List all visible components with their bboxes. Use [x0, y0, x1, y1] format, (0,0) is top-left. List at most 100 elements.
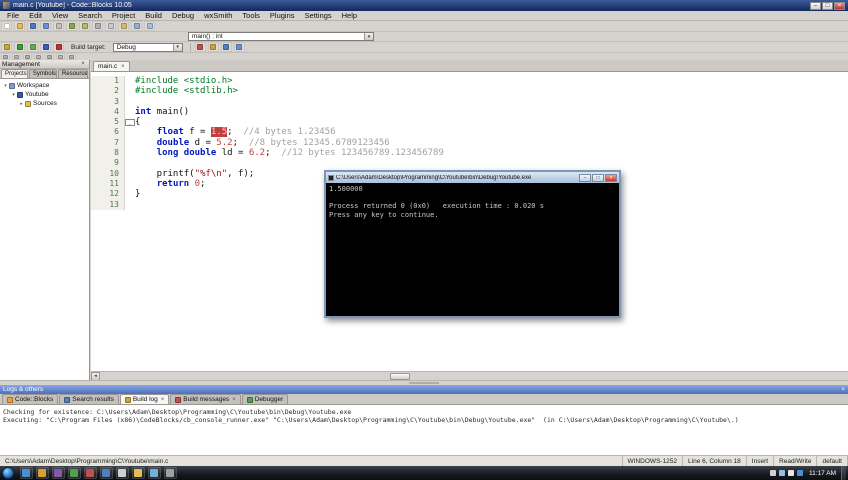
- menu-debug[interactable]: Debug: [167, 11, 199, 21]
- management-tab-projects[interactable]: Projects: [1, 69, 28, 78]
- close-tab-icon[interactable]: ×: [161, 397, 165, 403]
- menu-wxsmith[interactable]: wxSmith: [199, 11, 237, 21]
- projects-toggle-icon[interactable]: [23, 53, 32, 60]
- menu-tools[interactable]: Tools: [237, 11, 265, 21]
- hscroll-thumb[interactable]: [390, 372, 410, 380]
- cut-icon[interactable]: [92, 21, 103, 31]
- management-tab-resources[interactable]: Resources: [58, 69, 88, 78]
- taskbar-clock[interactable]: 11:17 AM: [809, 470, 836, 477]
- logs-toggle-icon[interactable]: [34, 53, 43, 60]
- save-all-icon[interactable]: [40, 21, 51, 31]
- tree-expander-icon[interactable]: ▾: [2, 83, 9, 89]
- menu-settings[interactable]: Settings: [300, 11, 337, 21]
- undo-icon[interactable]: [66, 21, 77, 31]
- new-file-icon[interactable]: [1, 21, 12, 31]
- taskbar-app-2-icon[interactable]: [35, 467, 49, 479]
- debug-continue-icon[interactable]: [194, 42, 206, 52]
- console-window[interactable]: C:\Users\Adam\Desktop\Programming\C\Yout…: [324, 170, 621, 318]
- management-tab-symbols[interactable]: Symbols: [28, 69, 57, 78]
- tray-icon-2[interactable]: [778, 470, 785, 476]
- copy-icon[interactable]: [105, 21, 116, 31]
- symbols-toggle-icon[interactable]: [1, 53, 10, 60]
- tray-icon-3[interactable]: [787, 470, 794, 476]
- menu-help[interactable]: Help: [337, 11, 362, 21]
- logs-tab-search-results[interactable]: Search results: [59, 394, 119, 404]
- zoom-code-icon[interactable]: [67, 53, 76, 60]
- management-header: Management ×: [0, 60, 89, 69]
- log-tab-label: Code::Blocks: [15, 396, 54, 403]
- editor-tab-main-c[interactable]: main.c ×: [93, 61, 130, 71]
- start-button[interactable]: [2, 467, 14, 479]
- logs-close-icon[interactable]: ×: [841, 387, 845, 393]
- editor-hscrollbar[interactable]: ◂: [91, 371, 848, 381]
- logs-caption-bar: Logs & others ×: [0, 385, 848, 394]
- fullscreen-toggle-icon[interactable]: [45, 53, 54, 60]
- console-close-button[interactable]: ×: [605, 173, 617, 182]
- open-file-icon[interactable]: [14, 21, 25, 31]
- tree-expander-icon[interactable]: ▸: [18, 101, 25, 107]
- menu-project[interactable]: Project: [107, 11, 140, 21]
- run-icon[interactable]: [14, 42, 25, 52]
- menu-search[interactable]: Search: [73, 11, 107, 21]
- close-button[interactable]: ×: [834, 1, 845, 10]
- find-icon[interactable]: [131, 21, 142, 31]
- abort-build-icon[interactable]: [53, 42, 64, 52]
- taskbar-app-10-icon[interactable]: [163, 467, 177, 479]
- taskbar-app-5-icon[interactable]: [83, 467, 97, 479]
- tray-icon-1[interactable]: [769, 470, 776, 476]
- taskbar-app-7-icon[interactable]: [115, 467, 129, 479]
- logs-tab-build-messages[interactable]: Build messages ×: [170, 394, 241, 404]
- step-over-icon[interactable]: [220, 42, 232, 52]
- save-icon[interactable]: [27, 21, 38, 31]
- console-titlebar[interactable]: C:\Users\Adam\Desktop\Programming\C\Yout…: [326, 172, 619, 183]
- taskbar-app-9-icon[interactable]: [147, 467, 161, 479]
- tree-item-sources[interactable]: ▸ Sources: [0, 99, 89, 108]
- menu-file[interactable]: File: [2, 11, 24, 21]
- close-tab-icon[interactable]: ×: [232, 397, 236, 403]
- logs-tab-build-log[interactable]: Build log ×: [119, 394, 170, 404]
- symbol-combobox-value: main() : int: [192, 33, 223, 40]
- logs-caption: Logs & others: [3, 386, 44, 393]
- replace-icon[interactable]: [144, 21, 155, 31]
- taskbar-app-6-icon[interactable]: [99, 467, 113, 479]
- logs-tab-debugger[interactable]: Debugger: [241, 394, 289, 404]
- close-file-icon[interactable]: [53, 21, 64, 31]
- highlight-mode-icon[interactable]: [56, 53, 65, 60]
- taskbar-app-8-icon[interactable]: [131, 467, 145, 479]
- fold-icon[interactable]: -: [125, 118, 135, 128]
- build-icon[interactable]: [1, 42, 12, 52]
- open-files-toggle-icon[interactable]: [12, 53, 21, 60]
- management-close-icon[interactable]: ×: [79, 61, 87, 67]
- chevron-down-icon[interactable]: ▾: [364, 33, 373, 40]
- minimize-button[interactable]: –: [810, 1, 821, 10]
- taskbar-app-1-icon[interactable]: [19, 467, 33, 479]
- build-and-run-icon[interactable]: [27, 42, 38, 52]
- log-tab-icon: [64, 396, 71, 403]
- rebuild-icon[interactable]: [40, 42, 51, 52]
- logs-tab-code-blocks[interactable]: Code::Blocks: [2, 394, 59, 404]
- redo-icon[interactable]: [79, 21, 90, 31]
- menu-plugins[interactable]: Plugins: [265, 11, 300, 21]
- tray-icon-4[interactable]: [796, 470, 803, 476]
- show-desktop-button[interactable]: [841, 466, 846, 480]
- menu-view[interactable]: View: [47, 11, 73, 21]
- step-into-icon[interactable]: [233, 42, 245, 52]
- tree-item-workspace[interactable]: ▾ Workspace: [0, 81, 89, 90]
- paste-icon[interactable]: [118, 21, 129, 31]
- maximize-button[interactable]: □: [822, 1, 833, 10]
- console-line-2: [329, 194, 616, 203]
- run-to-cursor-icon[interactable]: [207, 42, 219, 52]
- menu-build[interactable]: Build: [140, 11, 167, 21]
- symbol-combobox[interactable]: main() : int ▾: [188, 32, 374, 41]
- console-maximize-button[interactable]: □: [592, 173, 604, 182]
- menu-edit[interactable]: Edit: [24, 11, 47, 21]
- chevron-down-icon[interactable]: ▾: [172, 43, 182, 51]
- taskbar-app-4-icon[interactable]: [67, 467, 81, 479]
- taskbar-app-3-icon[interactable]: [51, 467, 65, 479]
- tree-item-youtube[interactable]: ▾ Youtube: [0, 90, 89, 99]
- build-target-combobox[interactable]: Debug ▾: [112, 42, 183, 52]
- close-tab-icon[interactable]: ×: [121, 64, 125, 70]
- tree-expander-icon[interactable]: ▾: [10, 92, 17, 98]
- status-field-4: Insert: [747, 456, 775, 466]
- console-minimize-button[interactable]: –: [579, 173, 591, 182]
